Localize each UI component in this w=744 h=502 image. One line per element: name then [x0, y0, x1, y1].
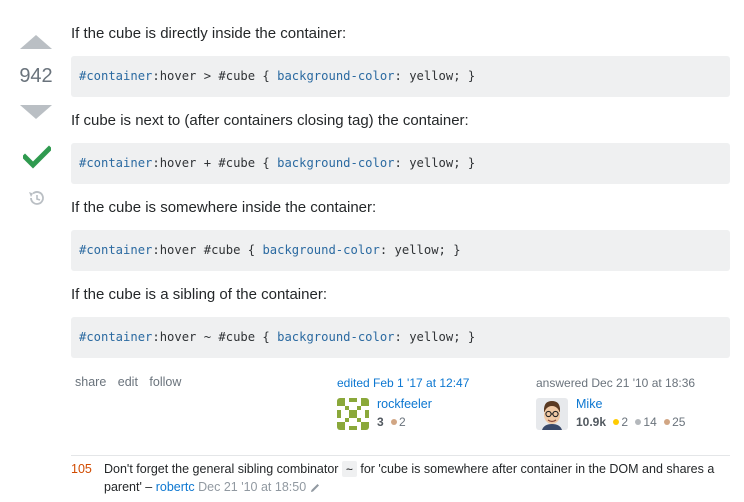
code-selector: #container [79, 69, 153, 83]
editor-name-link[interactable]: rockfeeler [377, 397, 432, 411]
comment-inline-code: ~ [341, 461, 357, 477]
editor-card: edited Feb 1 '17 at 12:47 rockfeeler 3 2 [337, 376, 517, 430]
downvote-arrow-icon[interactable] [20, 105, 52, 119]
answerer-avatar[interactable] [536, 398, 568, 430]
bronze-badge-count: 25 [672, 415, 686, 429]
paragraph-adjacent-sibling: If cube is next to (after containers clo… [71, 112, 469, 129]
share-link[interactable]: share [75, 375, 106, 389]
code-text: : yellow; } [394, 69, 476, 83]
paragraph-descendant: If the cube is somewhere inside the cont… [71, 199, 377, 216]
history-icon[interactable] [27, 189, 45, 207]
code-text: : yellow; } [394, 156, 476, 170]
paragraph-general-sibling: If the cube is a sibling of the containe… [71, 286, 327, 303]
comment-score: 105 [71, 462, 92, 476]
silver-badge-count: 14 [643, 415, 657, 429]
code-property: background-color [262, 243, 380, 257]
post-menu: share edit follow [75, 375, 189, 389]
code-text: :hover #cube { [152, 243, 263, 257]
reputation-score: 3 [377, 415, 384, 429]
reputation-score: 10.9k [576, 415, 607, 429]
answerer-name-link[interactable]: Mike [576, 397, 602, 411]
silver-badge-icon [635, 419, 642, 426]
code-text: : yellow; } [379, 243, 461, 257]
comment-text-part: Don't forget the general sibling combina… [104, 462, 342, 476]
upvote-arrow-icon[interactable] [20, 35, 52, 49]
bronze-badge-icon [664, 419, 671, 426]
gold-badge-icon [613, 419, 620, 426]
answered-timestamp[interactable]: answered Dec 21 '10 at 18:36 [536, 376, 736, 390]
code-selector: #container [79, 330, 153, 344]
follow-link[interactable]: follow [149, 375, 181, 389]
pencil-icon[interactable] [309, 482, 321, 494]
bronze-badge-count: 2 [399, 415, 406, 429]
code-block-descendant: #container:hover #cube { background-colo… [71, 230, 730, 271]
comment-user-link[interactable]: robertc [156, 480, 195, 494]
vote-count: 942 [19, 65, 53, 87]
answerer-card: answered Dec 21 '10 at 18:36 Mike 10.9k … [536, 376, 736, 430]
code-text: :hover ~ #cube { [152, 330, 278, 344]
comment-text: Don't forget the general sibling combina… [104, 460, 724, 496]
paragraph-direct-child: If the cube is directly inside the conta… [71, 25, 347, 42]
comment-divider [71, 455, 730, 456]
code-property: background-color [277, 156, 395, 170]
code-block-child: #container:hover > #cube { background-co… [71, 56, 730, 97]
edit-link[interactable]: edit [118, 375, 138, 389]
answerer-reputation: 10.9k 2 14 25 [576, 415, 685, 429]
bronze-badge-icon [391, 419, 398, 426]
code-block-adjacent: #container:hover + #cube { background-co… [71, 143, 730, 184]
editor-avatar[interactable] [337, 398, 369, 430]
code-text: :hover > #cube { [152, 69, 278, 83]
code-selector: #container [79, 243, 153, 257]
code-block-general-sibling: #container:hover ~ #cube { background-co… [71, 317, 730, 358]
code-property: background-color [277, 69, 395, 83]
gold-badge-count: 2 [621, 415, 629, 429]
code-text: : yellow; } [394, 330, 476, 344]
edited-timestamp-link[interactable]: edited Feb 1 '17 at 12:47 [337, 376, 517, 390]
code-text: :hover + #cube { [152, 156, 278, 170]
comment-date[interactable]: Dec 21 '10 at 18:50 [198, 480, 306, 494]
accepted-check-icon [23, 145, 51, 169]
code-selector: #container [79, 156, 153, 170]
code-property: background-color [277, 330, 395, 344]
editor-reputation: 3 2 [377, 415, 406, 429]
